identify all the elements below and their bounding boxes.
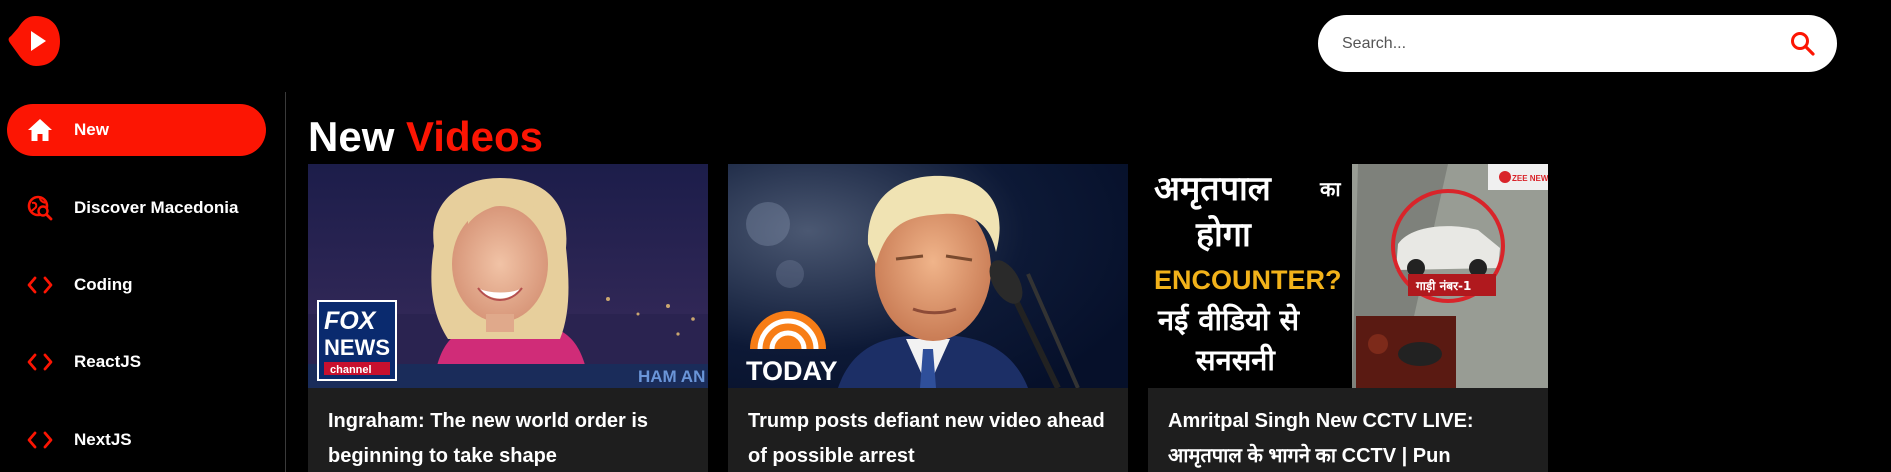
thumb-logo-line3: channel <box>330 364 372 376</box>
sidebar-item-reactjs[interactable]: ReactJS <box>7 336 266 388</box>
sidebar: New Discover Macedonia Coding ReactJS Ne… <box>0 92 286 472</box>
thumb-line1: अमृतपाल <box>1154 169 1273 210</box>
video-thumbnail[interactable]: TODAY <box>728 164 1128 388</box>
home-icon <box>26 116 54 144</box>
thumb-line3: ENCOUNTER? <box>1154 265 1342 295</box>
sidebar-item-label: ReactJS <box>74 352 142 371</box>
thumb-logo-line2: NEWS <box>324 335 390 360</box>
logo[interactable] <box>8 14 62 68</box>
sidebar-item-discover-macedonia[interactable]: Discover Macedonia <box>7 182 266 234</box>
thumb-logo-line1: FOX <box>324 307 377 335</box>
video-title[interactable]: Amritpal Singh New CCTV LIVE: आमृतपाल के… <box>1148 404 1548 472</box>
video-title[interactable]: Trump posts defiant new video ahead of p… <box>728 404 1128 472</box>
video-title[interactable]: Ingraham: The new world order is beginni… <box>308 404 708 472</box>
sidebar-item-label: Discover Macedonia <box>74 198 239 217</box>
thumb-logo-text: TODAY <box>746 356 838 386</box>
thumb-line1b: का <box>1319 177 1341 201</box>
sidebar-item-coding[interactable]: Coding <box>7 259 266 311</box>
sidebar-item-label: New <box>74 120 109 139</box>
code-icon <box>26 271 54 299</box>
thumb-line4: नई वीडियो से <box>1157 303 1301 337</box>
video-thumbnail[interactable]: गाड़ी नंबर-1 ZEE NEWS अमृतपाल का होगा EN… <box>1148 164 1548 388</box>
thumb-ticker-text: HAM AN <box>638 367 705 386</box>
video-card[interactable]: HAM AN FOX NEWS channel Ingraham: The ne… <box>308 164 708 472</box>
sidebar-item-new[interactable]: New <box>7 104 266 156</box>
globe-search-icon <box>26 194 54 222</box>
video-card[interactable]: गाड़ी नंबर-1 ZEE NEWS अमृतपाल का होगा EN… <box>1148 164 1548 472</box>
sidebar-item-label: Coding <box>74 275 133 294</box>
sidebar-item-nextjs[interactable]: NextJS <box>7 414 266 466</box>
page-title-primary: New <box>308 113 395 160</box>
code-icon <box>26 348 54 376</box>
search-input[interactable] <box>1340 27 1764 61</box>
play-logo-icon <box>8 16 60 66</box>
thumb-badge-text: ZEE NEWS <box>1512 174 1548 183</box>
thumb-line2: होगा <box>1195 214 1252 255</box>
search-bar <box>1318 15 1837 72</box>
code-icon <box>26 426 54 454</box>
search-icon[interactable] <box>1789 30 1817 58</box>
video-card[interactable]: TODAY Trump posts defiant new video ahea… <box>728 164 1128 472</box>
video-thumbnail[interactable]: HAM AN FOX NEWS channel <box>308 164 708 388</box>
page-title: New Videos <box>308 112 543 162</box>
page-title-accent: Videos <box>406 113 543 160</box>
sidebar-item-label: NextJS <box>74 430 132 449</box>
thumb-tag-text: गाड़ी नंबर-1 <box>1415 279 1471 293</box>
thumb-line5: सनसनी <box>1195 343 1276 377</box>
